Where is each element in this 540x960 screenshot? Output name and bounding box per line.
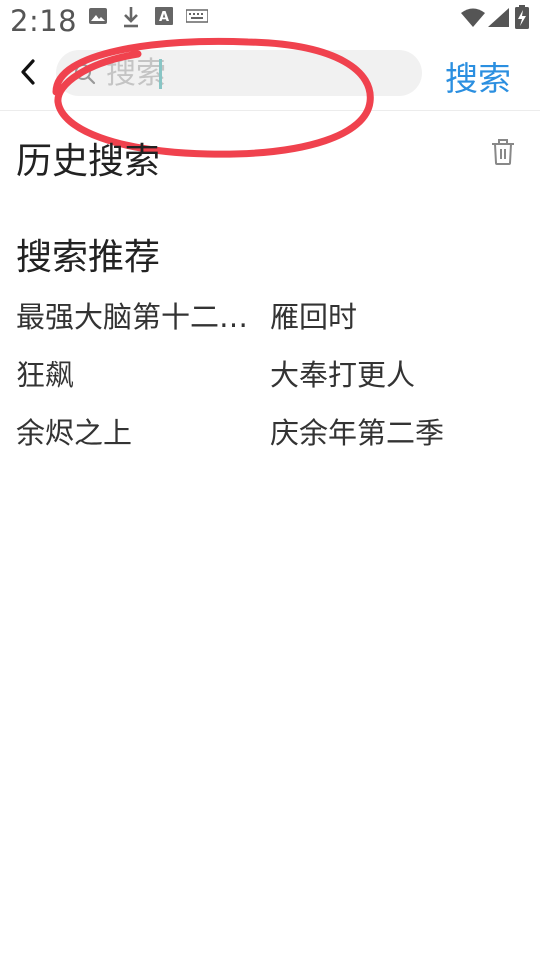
image-icon (88, 6, 108, 30)
svg-text:A: A (159, 10, 169, 25)
trash-icon (492, 139, 514, 165)
recommend-item[interactable]: 最强大脑第十二… (16, 294, 264, 336)
chevron-left-icon (21, 59, 35, 85)
recommend-section-title: 搜索推荐 (16, 237, 161, 278)
text-caret (159, 59, 162, 89)
font-icon: A (155, 6, 173, 30)
search-button[interactable]: 搜索 (445, 52, 511, 100)
search-icon (74, 63, 96, 89)
wifi-icon (460, 8, 486, 32)
status-time: 2:18 (10, 4, 78, 38)
search-box[interactable] (56, 50, 422, 96)
search-input[interactable] (106, 50, 406, 96)
recommend-item[interactable]: 大奉打更人 (270, 352, 520, 394)
keyboard-icon (185, 6, 209, 30)
history-section-title: 历史搜索 (16, 141, 161, 182)
status-bar: 2:18 A (0, 0, 540, 44)
signal-icon (488, 8, 510, 32)
back-button[interactable] (10, 54, 46, 90)
battery-charging-icon (515, 5, 529, 33)
recommend-item[interactable]: 余烬之上 (16, 410, 264, 452)
search-header: 搜索 (0, 44, 540, 111)
recommend-item[interactable]: 庆余年第二季 (270, 410, 520, 452)
download-icon (122, 6, 140, 32)
clear-history-button[interactable] (490, 138, 520, 168)
recommend-item[interactable]: 狂飙 (16, 352, 264, 394)
recommend-item[interactable]: 雁回时 (270, 294, 520, 336)
